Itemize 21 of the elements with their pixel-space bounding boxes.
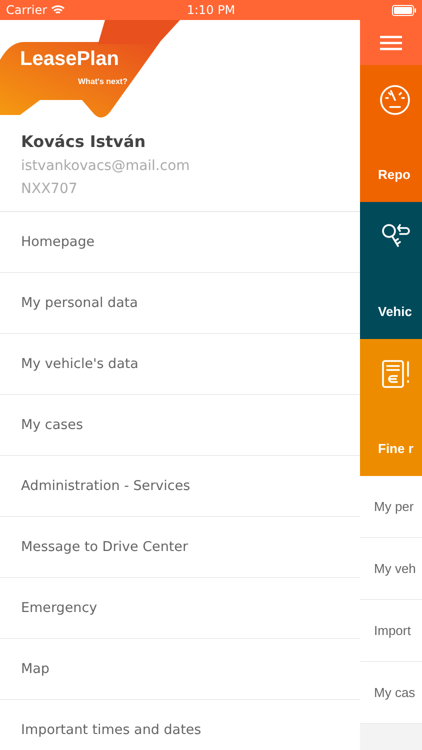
user-name: Kovács István (21, 132, 147, 151)
dashboard-tile[interactable]: Vehic (360, 202, 422, 339)
shortcut-item[interactable]: My veh (360, 538, 422, 600)
shortcut-item[interactable]: Import (360, 600, 422, 662)
battery-icon (392, 4, 416, 16)
status-time: 1:10 PM (186, 3, 236, 17)
logo-tagline: What's next? (78, 77, 128, 86)
wifi-icon (51, 5, 66, 15)
license-plate: NXX707 (21, 181, 78, 197)
carrier-label: Carrier (6, 3, 48, 17)
tile-label: Fine r (378, 441, 414, 456)
shortcut-item[interactable]: My cas (360, 662, 422, 724)
tile-label: Repo (378, 167, 412, 182)
gauge-icon (378, 83, 412, 117)
user-email: istvankovacs@mail.com (21, 158, 191, 174)
menu-icon[interactable] (380, 34, 402, 50)
menu-item[interactable]: Important times and dates (0, 700, 360, 738)
logo-wordmark: LeasePlan (20, 48, 119, 71)
dashboard-tile[interactable]: Repo (360, 65, 422, 202)
shortcut-item[interactable]: My per (360, 476, 422, 538)
tile-label: Vehic (378, 304, 413, 319)
